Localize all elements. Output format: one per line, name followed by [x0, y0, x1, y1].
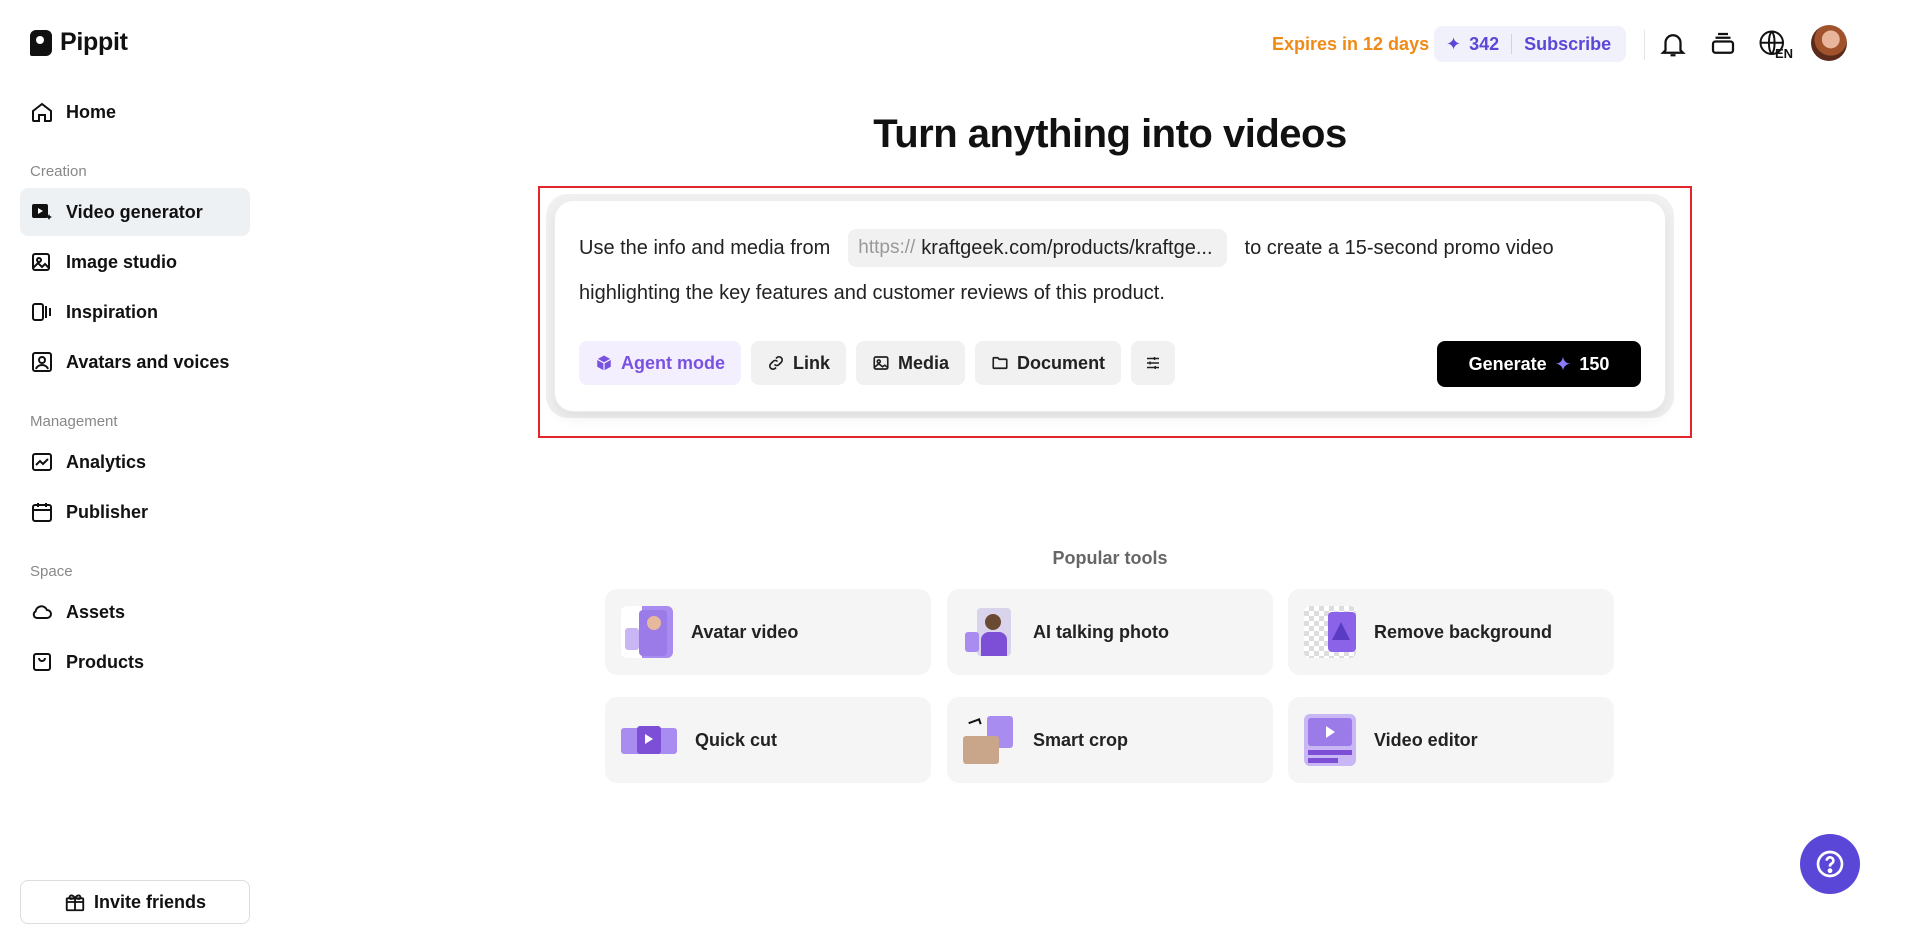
notifications-button[interactable] [1655, 26, 1691, 62]
sidebar-item-label: Avatars and voices [66, 351, 230, 372]
tool-card-label: AI talking photo [1033, 621, 1169, 642]
quick-cut-thumbnail-icon [621, 714, 677, 766]
highlight-box [538, 186, 1692, 438]
invite-friends-button[interactable]: Invite friends [20, 880, 250, 924]
sidebar-item-label: Image studio [66, 251, 178, 272]
tool-card-label: Avatar video [691, 621, 799, 642]
sparkle-icon: ✦ [1446, 33, 1462, 54]
sidebar-item-publisher[interactable]: Publisher [20, 488, 250, 536]
user-avatar[interactable] [1811, 25, 1847, 61]
section-label-management: Management [30, 413, 118, 430]
tool-card-quick-cut[interactable]: Quick cut [605, 697, 931, 783]
tool-card-label: Quick cut [695, 729, 778, 750]
sidebar-item-label: Products [66, 651, 145, 672]
sidebar-item-label: Inspiration [66, 301, 159, 322]
popular-tools-heading: Popular tools [1052, 548, 1168, 568]
tool-card-avatar-video[interactable]: Avatar video [605, 589, 931, 675]
avatar-voice-icon [32, 352, 52, 372]
sidebar-item-label: Publisher [66, 501, 149, 522]
inspiration-icon [32, 303, 51, 321]
video-editor-thumbnail-icon [1304, 714, 1356, 766]
tool-card-label: Remove background [1374, 621, 1553, 642]
help-icon [1816, 850, 1844, 878]
page-title: Turn anything into videos [873, 112, 1347, 156]
sidebar-item-label: Video generator [66, 201, 203, 222]
language-code: EN [1775, 46, 1794, 61]
brand-name: Pippit [60, 28, 128, 56]
sidebar-item-analytics[interactable]: Analytics [20, 438, 250, 486]
invite-friends-label: Invite friends [93, 891, 207, 912]
sidebar-item-label: Assets [66, 601, 126, 622]
cloud-icon [32, 605, 52, 619]
tool-card-remove-background[interactable]: Remove background [1288, 589, 1614, 675]
ai-talking-photo-thumbnail-icon [963, 606, 1015, 658]
credits-subscribe-pill[interactable]: ✦ 342 Subscribe [1434, 26, 1626, 62]
product-box-icon [33, 653, 51, 671]
sidebar-item-video-generator[interactable]: Video generator [20, 188, 250, 236]
sidebar-item-label: Analytics [66, 451, 147, 472]
avatar-video-thumbnail-icon [621, 606, 673, 658]
smart-crop-thumbnail-icon [963, 714, 1015, 766]
divider [1511, 34, 1513, 54]
tool-card-ai-talking-photo[interactable]: AI talking photo [947, 589, 1273, 675]
credits-count: 342 [1469, 33, 1500, 54]
sidebar-item-inspiration[interactable]: Inspiration [20, 288, 250, 336]
trial-expiry-text[interactable]: Expires in 12 days [1272, 34, 1429, 55]
remove-background-thumbnail-icon [1304, 606, 1356, 658]
sidebar-item-assets[interactable]: Assets [20, 588, 250, 636]
tool-card-video-editor[interactable]: Video editor [1288, 697, 1614, 783]
bell-icon [1660, 34, 1686, 57]
tool-card-label: Video editor [1374, 729, 1478, 750]
video-generator-icon [32, 204, 52, 220]
sidebar-item-avatars-voices[interactable]: Avatars and voices [20, 338, 250, 386]
layers-button[interactable] [1705, 26, 1741, 62]
gift-icon [65, 894, 85, 912]
calendar-icon [32, 503, 52, 522]
stack-icon [1711, 32, 1735, 54]
tool-card-smart-crop[interactable]: Smart crop [947, 697, 1273, 783]
subscribe-link[interactable]: Subscribe [1524, 34, 1611, 55]
image-studio-icon [32, 253, 50, 271]
header-divider [1644, 30, 1645, 60]
analytics-icon [32, 453, 52, 471]
help-button[interactable] [1800, 834, 1860, 894]
tool-card-label: Smart crop [1033, 729, 1129, 750]
pippit-logo-icon [30, 29, 52, 56]
brand-logo[interactable]: Pippit [30, 28, 128, 57]
section-label-creation: Creation [30, 163, 87, 180]
sidebar-item-image-studio[interactable]: Image studio [20, 238, 250, 286]
sidebar-item-products[interactable]: Products [20, 638, 250, 686]
